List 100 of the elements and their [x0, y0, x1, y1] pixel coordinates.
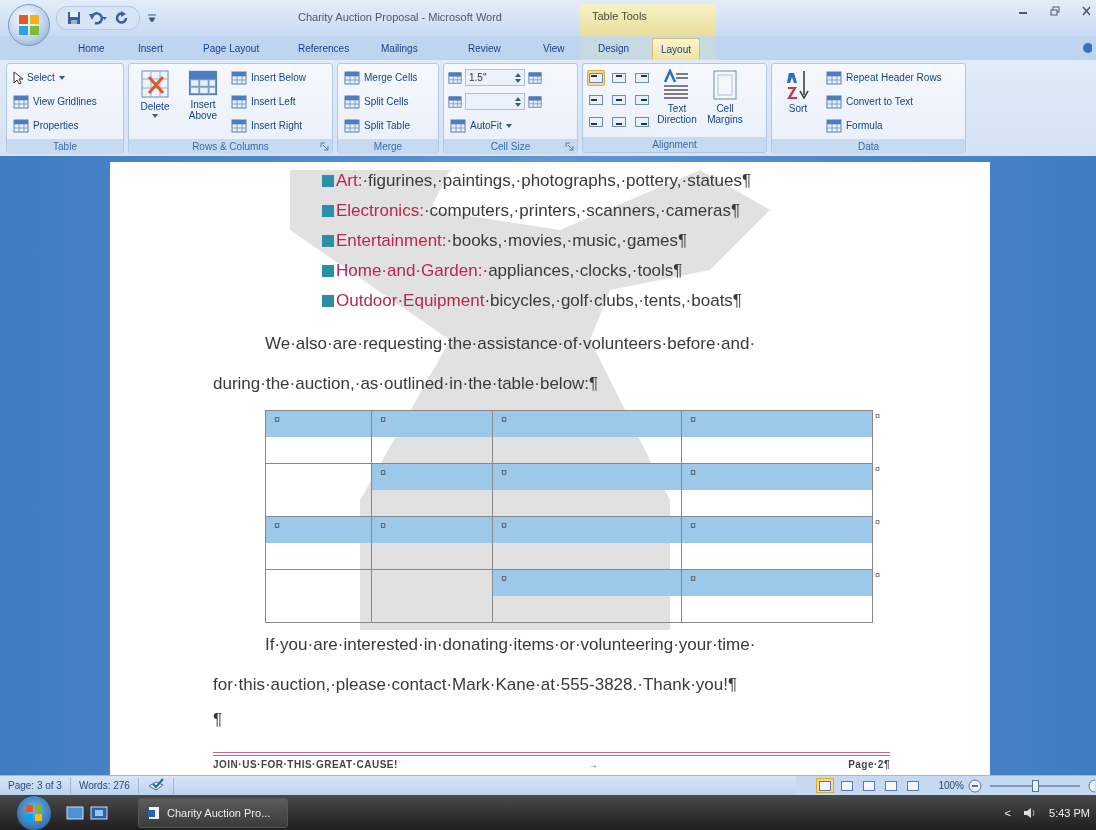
zoom-in-icon[interactable] [1088, 778, 1096, 793]
taskbar-button[interactable]: Charity Auction Pro... [138, 797, 288, 828]
align-button[interactable] [587, 114, 605, 130]
table-cell[interactable]: ¤ [681, 463, 873, 517]
close-icon[interactable] [1082, 6, 1090, 16]
cell-size-field[interactable]: 1.5" [465, 69, 525, 86]
ribbon-button[interactable]: Insert Left [229, 91, 309, 112]
table-cell[interactable]: ¤ [492, 569, 682, 623]
cell-size-field[interactable] [465, 93, 525, 110]
word-count[interactable]: Words: 276 [70, 777, 139, 794]
ribbon-button[interactable]: Merge Cells [342, 67, 420, 88]
table-icon [344, 94, 360, 109]
align-button[interactable] [610, 92, 628, 108]
table-cell[interactable]: ¤ [371, 410, 493, 464]
table-icon [231, 118, 247, 133]
spinner-icon[interactable] [515, 71, 521, 84]
ribbon-button[interactable]: Properties [11, 115, 99, 136]
dialog-launcher-icon[interactable] [320, 142, 329, 151]
proofing-icon[interactable] [146, 777, 165, 792]
table-cell[interactable]: ¤ [681, 410, 873, 464]
table-icon [826, 94, 842, 109]
align-button[interactable] [633, 92, 651, 108]
window-switch-icon[interactable] [90, 805, 108, 820]
view-button[interactable] [816, 778, 835, 793]
row-end-mark: ¤ [875, 463, 880, 474]
table-cell[interactable]: ¤ [371, 463, 493, 517]
ribbon-button[interactable]: Insert Above [181, 67, 225, 121]
table-cell[interactable]: ¤ [492, 516, 682, 570]
help-icon[interactable] [1082, 42, 1092, 54]
align-button[interactable] [587, 70, 605, 86]
row-height-icon [448, 70, 462, 85]
table-icon [13, 118, 29, 133]
table-cell[interactable] [265, 463, 372, 517]
table-cell[interactable]: ¤ [492, 410, 682, 464]
ribbon-button[interactable]: Insert Below [229, 67, 309, 88]
table-icon [344, 118, 360, 133]
ribbon-button[interactable]: Sort [776, 67, 820, 114]
bullet-item: Art:·figurines,·paintings,·photographs,·pottery,·statues¶ [336, 171, 752, 191]
cell-mark: ¤ [690, 466, 697, 478]
ribbon-button[interactable]: Text Direction [655, 67, 699, 125]
tray-toggle[interactable]: < [1004, 806, 1012, 819]
ribbon-tab[interactable]: Design [590, 38, 638, 60]
table-cell[interactable]: ¤ [681, 569, 873, 623]
ribbon-tab[interactable]: View [535, 38, 573, 60]
cell-mark: ¤ [380, 413, 387, 425]
ribbon-button[interactable]: Formula [824, 115, 944, 136]
align-button[interactable] [633, 114, 651, 130]
customize-toolbar-icon[interactable] [148, 14, 156, 22]
ribbon-button[interactable]: Split Cells [342, 91, 420, 112]
ribbon-button[interactable]: Insert Right [229, 115, 309, 136]
ribbon-button[interactable]: Repeat Header Rows [824, 67, 944, 88]
ribbon-tab[interactable]: References [290, 38, 358, 60]
redo-icon[interactable] [115, 11, 129, 25]
bullet-item: Outdoor·Equipment·bicycles,·golf·clubs,·tents,·boats¶ [336, 291, 742, 311]
ribbon-tab[interactable]: Home [70, 38, 113, 60]
desktop-icon[interactable] [66, 805, 84, 820]
ribbon-button[interactable]: Convert to Text [824, 91, 944, 112]
table-cell[interactable]: ¤ [492, 463, 682, 517]
ribbon-button[interactable]: View Gridlines [11, 91, 99, 112]
paragraph: If·you·are·interested·in·donating·items·or·volunteering·your·time· for·this·auction,·please·contact·Mark·Kane·at·555-3828.·Thank·you!¶ [212, 634, 757, 696]
table-cell[interactable]: ¤ [265, 516, 372, 570]
bullet-item: Electronics:·computers,·printers,·scanners,·cameras¶ [336, 201, 741, 221]
spinner-icon[interactable] [515, 95, 521, 108]
ribbon-button[interactable]: Select [11, 67, 99, 88]
ribbon-tab[interactable]: Insert [130, 38, 171, 60]
restore-icon[interactable] [1050, 6, 1060, 16]
bullet-item: Entertainment:·books,·movies,·music,·games¶ [336, 231, 688, 251]
group-label: Data [857, 141, 880, 152]
ribbon-tab[interactable]: Mailings [373, 38, 426, 60]
align-button[interactable] [610, 70, 628, 86]
undo-icon[interactable] [89, 11, 107, 25]
slider-thumb[interactable] [1032, 779, 1039, 792]
table-cell[interactable]: ¤ [265, 410, 372, 464]
page-count[interactable]: Page: 3 of 3 [0, 777, 71, 794]
ribbon-tab[interactable]: Review [460, 38, 509, 60]
dialog-launcher-icon[interactable] [565, 142, 574, 151]
cell-margins-icon [712, 69, 738, 101]
zoom-level[interactable]: 100% [938, 780, 964, 791]
distribute-icon [528, 70, 542, 85]
align-button[interactable] [610, 114, 628, 130]
speaker-icon[interactable] [1023, 806, 1038, 819]
office-logo-icon[interactable] [17, 13, 41, 37]
align-button[interactable] [633, 70, 651, 86]
ribbon-button[interactable]: Split Table [342, 115, 420, 136]
save-icon[interactable] [67, 11, 81, 25]
clock[interactable]: 5:43 PM [1049, 806, 1090, 819]
table-cell[interactable]: ¤ [681, 516, 873, 570]
ribbon-tab[interactable]: Layout [652, 38, 701, 60]
group-label: Rows & Columns [192, 141, 269, 152]
ribbon-button[interactable]: AutoFit [448, 115, 542, 136]
ribbon-button[interactable]: Cell Margins [703, 67, 747, 125]
row-end-mark: ¤ [875, 569, 880, 580]
ribbon-button[interactable]: Delete [133, 67, 177, 118]
ribbon-tab[interactable]: Page Layout [195, 38, 268, 60]
table-cell[interactable] [265, 569, 372, 623]
table-cell[interactable]: ¤ [371, 516, 493, 570]
group-label: Merge [373, 141, 403, 152]
zoom-out-icon[interactable] [968, 778, 982, 793]
table-cell[interactable] [371, 569, 493, 623]
align-button[interactable] [587, 92, 605, 108]
